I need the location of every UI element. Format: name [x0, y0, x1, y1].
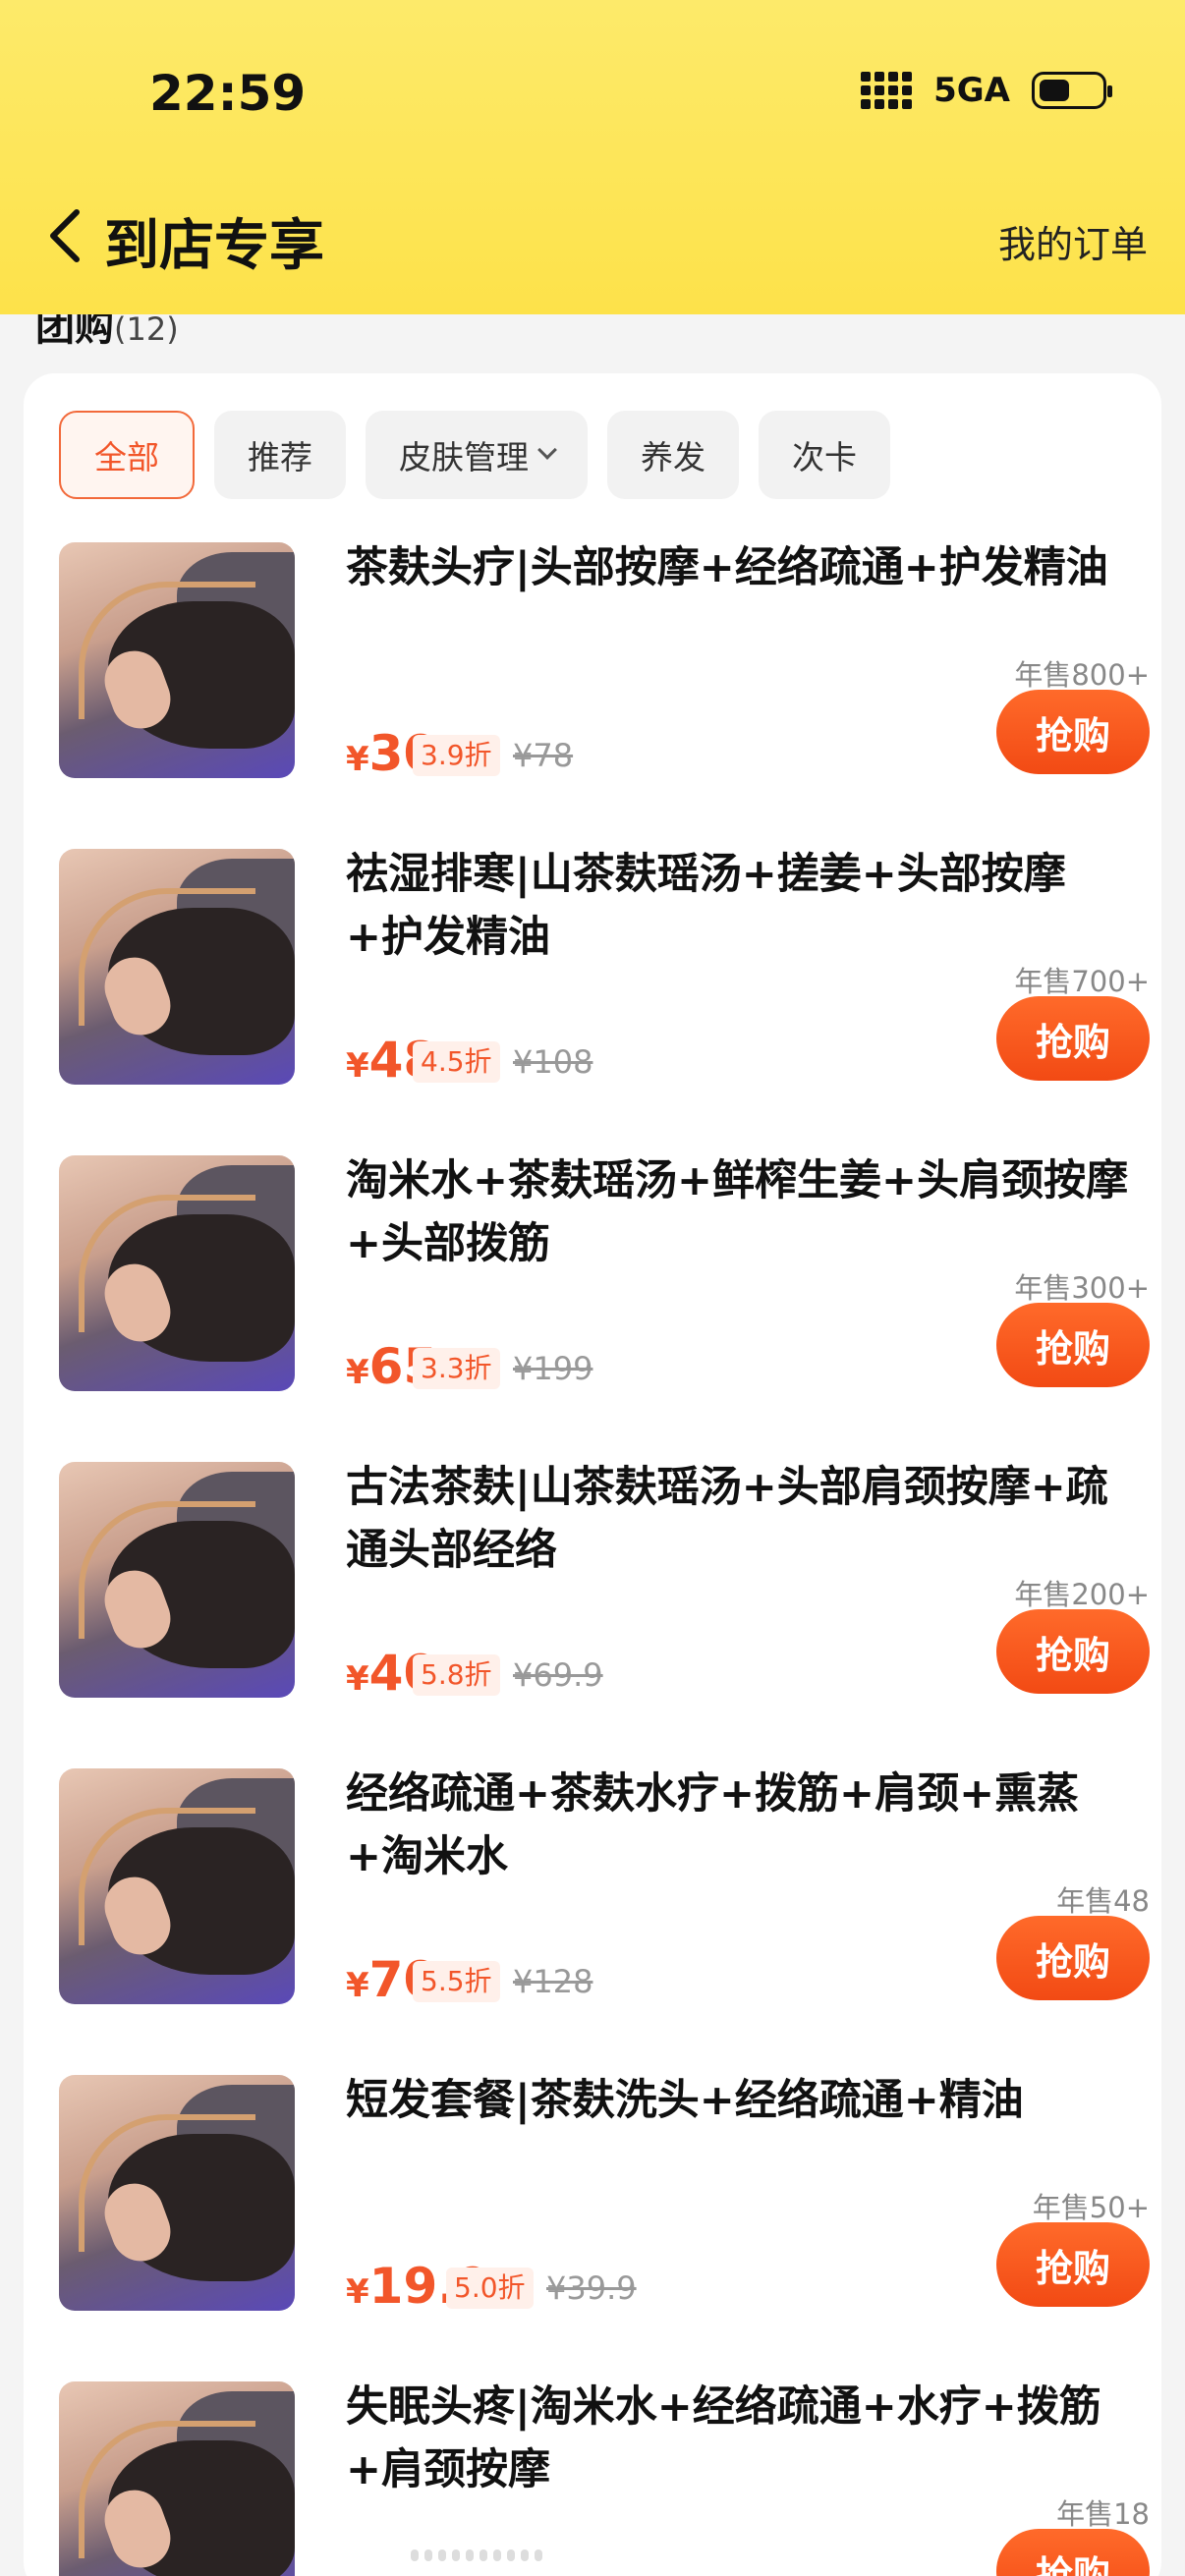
- my-orders-link[interactable]: 我的订单: [998, 214, 1148, 268]
- chevron-down-icon: [537, 440, 557, 460]
- tab-label: 皮肤管理: [399, 438, 529, 476]
- deal-title: 经络疏通+茶麸水疗+拨筋+肩颈+熏蒸+淘米水: [346, 1769, 1080, 1881]
- list-item[interactable]: 茶麸头疗|头部按摩+经络疏通+护发精油 年售800+ ¥30 3.9折 ¥78 …: [59, 542, 1150, 788]
- buy-button[interactable]: 抢购: [996, 1303, 1150, 1387]
- deal-thumbnail: [59, 2381, 295, 2576]
- annual-sales: 年售50+: [1032, 2191, 1150, 2224]
- signal-icon: [861, 72, 913, 109]
- discount-badge: 4.5折: [413, 1041, 500, 1083]
- deal-title: 淘米水+茶麸瑶汤+鲜榨生姜+头肩颈按摩+头部拨筋: [346, 1156, 1129, 1268]
- currency-symbol: ¥: [346, 2272, 369, 2312]
- tab-label: 全部: [94, 438, 159, 476]
- tab-session-card[interactable]: 次卡: [759, 411, 890, 499]
- tab-label: 次卡: [792, 438, 857, 476]
- buy-button[interactable]: 抢购: [996, 2222, 1150, 2307]
- annual-sales: 年售18: [1056, 2497, 1150, 2531]
- original-price: ¥199: [513, 1350, 593, 1387]
- page-title: 到店专享: [104, 214, 324, 278]
- tab-recommended[interactable]: 推荐: [214, 411, 346, 499]
- header: 22:59 5GA 到店专享 我的订单: [0, 0, 1185, 314]
- annual-sales: 年售700+: [1014, 965, 1150, 998]
- battery-icon: [1032, 72, 1112, 109]
- original-price: ¥128: [513, 1963, 593, 2000]
- list-item[interactable]: 短发套餐|茶麸洗头+经络疏通+精油 年售50+ ¥19.9 5.0折 ¥39.9…: [59, 2075, 1150, 2321]
- tab-skin-care[interactable]: 皮肤管理: [366, 411, 588, 499]
- buy-button[interactable]: 抢购: [996, 2529, 1150, 2576]
- discount-badge: 3.9折: [413, 735, 500, 776]
- buy-button[interactable]: 抢购: [996, 690, 1150, 774]
- list-item[interactable]: 失眠头疼|淘米水+经络疏通+水疗+拨筋+肩颈按摩 年售18 抢购: [59, 2381, 1150, 2576]
- status-indicators: 5GA: [861, 71, 1112, 110]
- currency-symbol: ¥: [346, 1659, 369, 1699]
- annual-sales: 年售300+: [1014, 1271, 1150, 1305]
- buy-button[interactable]: 抢购: [996, 996, 1150, 1081]
- tab-hair-care[interactable]: 养发: [607, 411, 739, 499]
- buy-button[interactable]: 抢购: [996, 1916, 1150, 2000]
- deal-thumbnail: [59, 542, 295, 778]
- currency-symbol: ¥: [346, 1966, 369, 2005]
- deal-thumbnail: [59, 1155, 295, 1391]
- deal-thumbnail: [59, 849, 295, 1085]
- currency-symbol: ¥: [346, 740, 369, 779]
- tab-all[interactable]: 全部: [59, 411, 195, 499]
- original-price: ¥69.9: [513, 1656, 603, 1694]
- list-item[interactable]: 经络疏通+茶麸水疗+拨筋+肩颈+熏蒸+淘米水 年售48 ¥70 5.5折 ¥12…: [59, 1768, 1150, 2014]
- annual-sales: 年售48: [1056, 1884, 1150, 1918]
- discount-badge: 5.0折: [446, 2268, 534, 2309]
- annual-sales: 年售800+: [1014, 658, 1150, 692]
- status-time: 22:59: [149, 65, 307, 122]
- original-price: ¥78: [513, 737, 574, 774]
- list-item[interactable]: 古法茶麸|山茶麸瑶汤+头部肩颈按摩+疏通头部经络 年售200+ ¥40 5.8折…: [59, 1462, 1150, 1708]
- annual-sales: 年售200+: [1014, 1578, 1150, 1611]
- deal-thumbnail: [59, 2075, 295, 2311]
- list-item[interactable]: 祛湿排寒|山茶麸瑶汤+搓姜+头部按摩+护发精油 年售700+ ¥48 4.5折 …: [59, 849, 1150, 1094]
- original-price: ¥39.9: [546, 2269, 637, 2307]
- discount-badge: 5.5折: [413, 1961, 500, 2002]
- list-item[interactable]: 淘米水+茶麸瑶汤+鲜榨生姜+头肩颈按摩+头部拨筋 年售300+ ¥65 3.3折…: [59, 1155, 1150, 1401]
- filter-tabs: 全部 推荐 皮肤管理 养发 次卡: [59, 411, 890, 499]
- buy-button[interactable]: 抢购: [996, 1609, 1150, 1694]
- deal-title: 古法茶麸|山茶麸瑶汤+头部肩颈按摩+疏通头部经络: [346, 1463, 1108, 1575]
- deal-thumbnail: [59, 1462, 295, 1698]
- back-arrow-icon[interactable]: [43, 206, 92, 265]
- discount-badge: 5.8折: [413, 1654, 500, 1696]
- deal-title: 茶麸头疗|头部按摩+经络疏通+护发精油: [346, 543, 1108, 592]
- deal-title: 短发套餐|茶麸洗头+经络疏通+精油: [346, 2076, 1024, 2125]
- discount-badge: 3.3折: [413, 1348, 500, 1389]
- section-count: (12): [114, 310, 179, 348]
- currency-symbol: ¥: [346, 1046, 369, 1086]
- deal-thumbnail: [59, 1768, 295, 2004]
- deal-title: 失眠头疼|淘米水+经络疏通+水疗+拨筋+肩颈按摩: [346, 2382, 1101, 2494]
- currency-symbol: ¥: [346, 1353, 369, 1392]
- deal-title: 祛湿排寒|山茶麸瑶汤+搓姜+头部按摩+护发精油: [346, 850, 1066, 962]
- network-label: 5GA: [933, 71, 1010, 110]
- original-price: ¥108: [513, 1043, 593, 1081]
- tab-label: 推荐: [248, 438, 312, 476]
- tab-label: 养发: [641, 438, 705, 476]
- loading-indicator: [411, 2549, 705, 2561]
